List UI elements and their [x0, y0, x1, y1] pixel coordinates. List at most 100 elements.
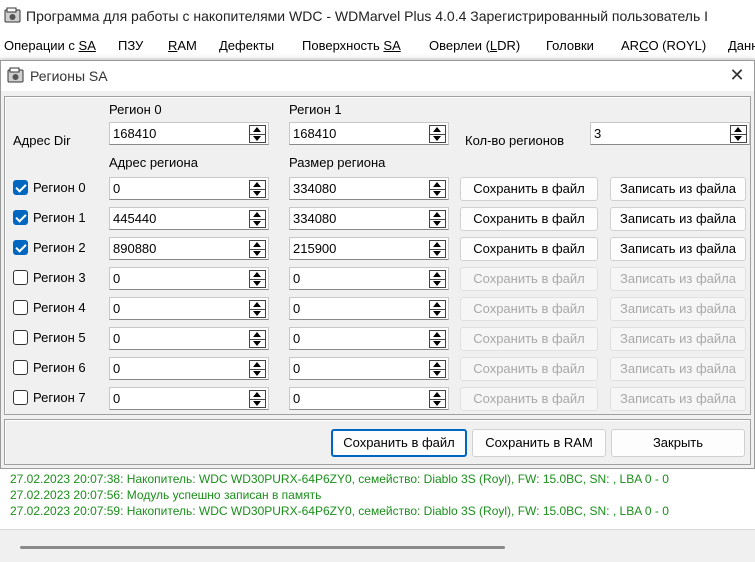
save-ram-button[interactable]: Сохранить в RAM — [472, 429, 606, 457]
dir-region1-input[interactable]: 168410 — [289, 122, 449, 145]
spin-down-icon[interactable] — [250, 249, 265, 257]
menu-sa-operations[interactable]: Операции с SA — [4, 38, 96, 53]
spin-buttons[interactable] — [249, 240, 266, 258]
region-load-file-button[interactable]: Записать из файла — [610, 207, 746, 231]
spin-up-icon[interactable] — [250, 361, 265, 369]
spin-down-icon[interactable] — [430, 279, 445, 287]
region-save-file-button[interactable]: Сохранить в файл — [460, 267, 598, 291]
spin-down-icon[interactable] — [430, 134, 445, 142]
spin-up-icon[interactable] — [250, 301, 265, 309]
region-size-input[interactable]: 0 — [289, 297, 449, 320]
dir-region0-input[interactable]: 168410 — [109, 122, 269, 145]
spin-buttons[interactable] — [249, 300, 266, 318]
spin-up-icon[interactable] — [430, 211, 445, 219]
region-checkbox[interactable] — [13, 360, 28, 375]
spin-buttons[interactable] — [429, 240, 446, 258]
region-save-file-button[interactable]: Сохранить в файл — [460, 387, 598, 411]
region-checkbox[interactable] — [13, 240, 28, 255]
spin-buttons[interactable] — [429, 210, 446, 228]
spin-down-icon[interactable] — [250, 399, 265, 407]
region-load-file-button[interactable]: Записать из файла — [610, 387, 746, 411]
region-save-file-button[interactable]: Сохранить в файл — [460, 357, 598, 381]
spin-down-icon[interactable] — [430, 249, 445, 257]
close-button[interactable]: Закрыть — [611, 429, 745, 457]
region-addr-input[interactable]: 0 — [109, 297, 269, 320]
region-count-input[interactable]: 3 — [590, 122, 750, 145]
region-save-file-button[interactable]: Сохранить в файл — [460, 297, 598, 321]
spin-up-icon[interactable] — [250, 271, 265, 279]
menu-arco[interactable]: ARCO (ROYL) — [621, 38, 706, 53]
spin-down-icon[interactable] — [250, 339, 265, 347]
region-addr-input[interactable]: 0 — [109, 267, 269, 290]
region-size-input[interactable]: 0 — [289, 267, 449, 290]
region-checkbox[interactable] — [13, 210, 28, 225]
horizontal-scrollbar[interactable] — [20, 546, 505, 549]
spin-down-icon[interactable] — [430, 189, 445, 197]
spin-buttons[interactable] — [429, 270, 446, 288]
spin-buttons[interactable] — [429, 330, 446, 348]
region-size-input[interactable]: 334080 — [289, 177, 449, 200]
region-save-file-button[interactable]: Сохранить в файл — [460, 177, 598, 201]
region-addr-input[interactable]: 890880 — [109, 237, 269, 260]
spin-buttons[interactable] — [249, 360, 266, 378]
region-addr-input[interactable]: 0 — [109, 177, 269, 200]
spin-down-icon[interactable] — [430, 219, 445, 227]
region-save-file-button[interactable]: Сохранить в файл — [460, 207, 598, 231]
spin-down-icon[interactable] — [250, 309, 265, 317]
region-load-file-button[interactable]: Записать из файла — [610, 237, 746, 261]
spin-up-icon[interactable] — [731, 126, 746, 134]
spin-buttons[interactable] — [249, 390, 266, 408]
region-size-input[interactable]: 0 — [289, 387, 449, 410]
region-checkbox[interactable] — [13, 180, 28, 195]
spin-up-icon[interactable] — [430, 241, 445, 249]
region-size-input[interactable]: 215900 — [289, 237, 449, 260]
region-checkbox[interactable] — [13, 390, 28, 405]
menu-overlays[interactable]: Оверлеи (LDR) — [429, 38, 520, 53]
region-load-file-button[interactable]: Записать из файла — [610, 297, 746, 321]
region-size-input[interactable]: 0 — [289, 327, 449, 350]
region-checkbox[interactable] — [13, 300, 28, 315]
region-load-file-button[interactable]: Записать из файла — [610, 327, 746, 351]
region-checkbox[interactable] — [13, 330, 28, 345]
spin-buttons[interactable] — [429, 300, 446, 318]
spin-down-icon[interactable] — [731, 134, 746, 142]
spin-up-icon[interactable] — [430, 301, 445, 309]
spin-up-icon[interactable] — [430, 181, 445, 189]
spin-down-icon[interactable] — [430, 369, 445, 377]
menu-ram[interactable]: RAM — [168, 38, 197, 53]
menu-rom[interactable]: ПЗУ — [118, 38, 143, 53]
region-checkbox[interactable] — [13, 270, 28, 285]
spin-buttons[interactable] — [429, 390, 446, 408]
region-addr-input[interactable]: 0 — [109, 357, 269, 380]
spin-down-icon[interactable] — [430, 309, 445, 317]
spin-buttons[interactable] — [730, 125, 747, 143]
spin-down-icon[interactable] — [250, 369, 265, 377]
close-icon[interactable]: ✕ — [726, 64, 748, 86]
menu-data[interactable]: Данн — [728, 38, 755, 53]
region-addr-input[interactable]: 0 — [109, 387, 269, 410]
spin-up-icon[interactable] — [250, 181, 265, 189]
spin-up-icon[interactable] — [250, 241, 265, 249]
region-addr-input[interactable]: 445440 — [109, 207, 269, 230]
spin-down-icon[interactable] — [430, 339, 445, 347]
spin-up-icon[interactable] — [430, 331, 445, 339]
menu-sa-surface[interactable]: Поверхность SA — [302, 38, 401, 53]
spin-buttons[interactable] — [249, 210, 266, 228]
spin-down-icon[interactable] — [250, 189, 265, 197]
save-file-button[interactable]: Сохранить в файл — [331, 429, 467, 457]
spin-down-icon[interactable] — [250, 219, 265, 227]
spin-up-icon[interactable] — [430, 126, 445, 134]
spin-up-icon[interactable] — [250, 211, 265, 219]
spin-down-icon[interactable] — [250, 279, 265, 287]
spin-buttons[interactable] — [249, 270, 266, 288]
spin-up-icon[interactable] — [250, 391, 265, 399]
spin-buttons[interactable] — [429, 360, 446, 378]
region-load-file-button[interactable]: Записать из файла — [610, 177, 746, 201]
spin-buttons[interactable] — [249, 180, 266, 198]
spin-down-icon[interactable] — [430, 399, 445, 407]
spin-buttons[interactable] — [429, 180, 446, 198]
spin-up-icon[interactable] — [430, 271, 445, 279]
spin-up-icon[interactable] — [250, 331, 265, 339]
spin-up-icon[interactable] — [250, 126, 265, 134]
region-load-file-button[interactable]: Записать из файла — [610, 357, 746, 381]
